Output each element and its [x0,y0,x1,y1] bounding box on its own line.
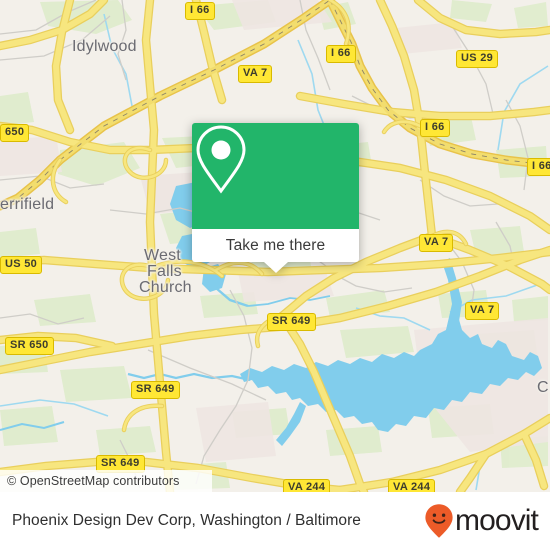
popup-pointer-tail [264,262,288,273]
bottom-info-bar: Phoenix Design Dev Corp, Washington / Ba… [0,492,550,550]
popup-image-header [192,123,359,229]
take-me-there-button[interactable]: Take me there [192,229,359,273]
location-title-text: Phoenix Design Dev Corp, Washington / Ba… [12,512,361,529]
map-label-idylwood: Idylwood [72,38,137,55]
attribution-text: © OpenStreetMap contributors [7,474,180,488]
highway-shield-us-50: US 50 [0,256,43,274]
moovit-wordmark: moovit [455,504,539,537]
location-pin-icon [196,125,246,194]
highway-shield-us-29: US 29 [456,50,499,68]
highway-shield-i-66-right: I 66 [420,119,450,137]
map-popup-card[interactable]: Take me there [192,123,359,273]
highway-shield-i-66-upper: I 66 [326,45,356,63]
highway-shield-route-650: 650 [0,124,30,142]
map-canvas[interactable]: Idylwood errifield West Falls Church C I 66 I … [0,0,550,492]
moovit-brand[interactable]: moovit [424,492,539,550]
highway-shield-sr-650: SR 650 [5,337,54,355]
highway-shield-va-7-lower: VA 7 [465,302,500,320]
highway-shield-va-244-right: VA 244 [388,479,436,492]
map-screenshot: Idylwood errifield West Falls Church C I 66 I … [0,0,550,550]
map-attribution[interactable]: © OpenStreetMap contributors [0,470,212,492]
highway-shield-sr-649-left: SR 649 [131,381,180,399]
highway-shield-sr-649-mid: SR 649 [267,313,316,331]
highway-shield-va-7-upper: VA 7 [238,65,273,83]
take-me-there-label: Take me there [225,236,326,254]
map-label-merrifield: errifield [0,196,55,213]
map-label-west-falls-church-3: Church [139,279,192,296]
map-label-city-right-edge: C [537,379,549,396]
map-label-west-falls-church-2: Falls [147,263,182,280]
location-title: Phoenix Design Dev Corp, Washington / Ba… [12,492,361,550]
moovit-smiley-pin-icon [425,504,453,538]
highway-shield-va-7-mid: VA 7 [419,234,454,252]
map-label-west-falls-church-1: West [144,247,181,264]
highway-shield-i-66-far-right: I 66 [527,158,550,176]
highway-shield-va-244-left: VA 244 [283,479,331,492]
highway-shield-i-66-top: I 66 [185,2,215,20]
